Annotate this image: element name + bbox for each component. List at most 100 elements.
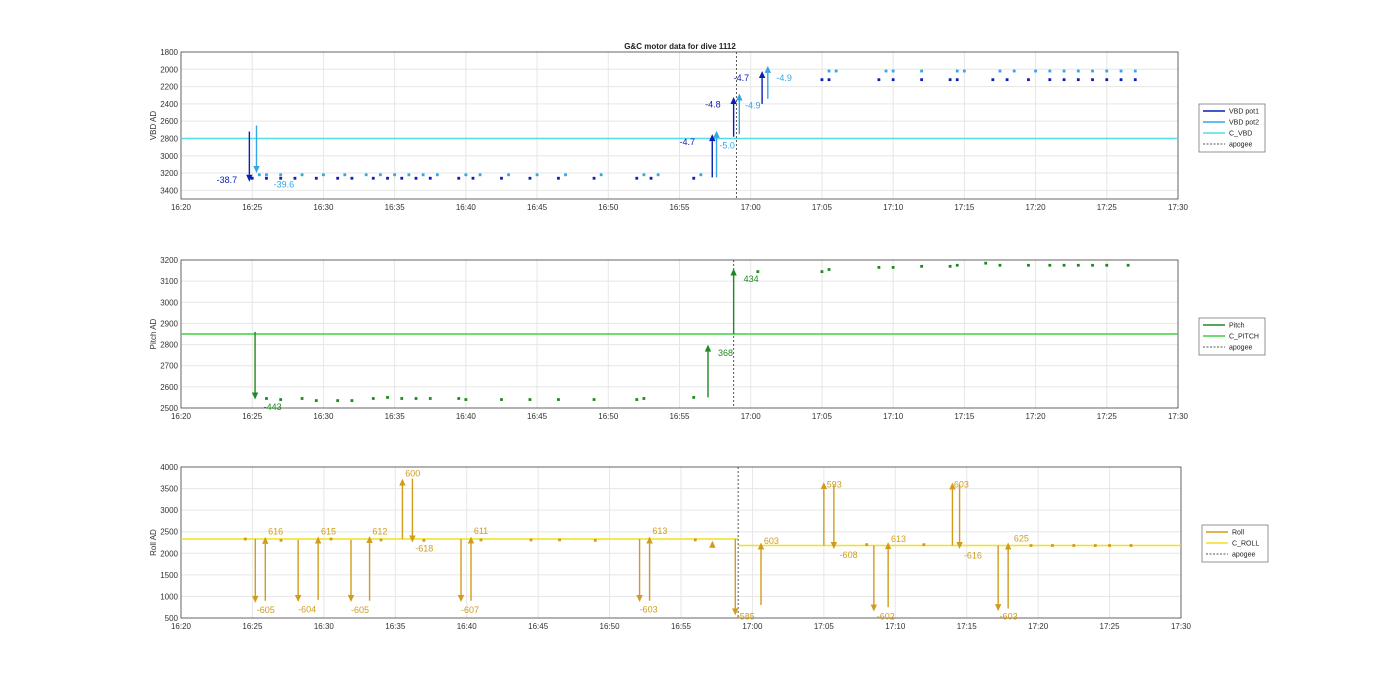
arrow-head <box>457 595 465 603</box>
data-point <box>642 397 646 400</box>
data-point <box>1048 263 1052 267</box>
arrow-head <box>713 130 720 138</box>
arrow-head <box>709 540 716 548</box>
arrow-label: -607 <box>461 605 479 615</box>
data-point <box>300 173 304 177</box>
x-tick-label: 16:40 <box>456 203 477 212</box>
arrow-label: -4.7 <box>734 73 750 83</box>
y-tick-label: 2000 <box>160 65 178 74</box>
data-point <box>1076 69 1080 73</box>
data-point <box>414 397 418 400</box>
arrow-label: -4.9 <box>776 73 792 83</box>
data-point <box>343 173 347 177</box>
data-point <box>535 173 539 177</box>
arrow-label: -618 <box>415 544 433 554</box>
data-point <box>329 537 333 541</box>
arrow-label: 613 <box>652 526 667 536</box>
data-point <box>1076 263 1080 267</box>
data-point <box>1105 69 1109 73</box>
data-point <box>529 538 533 542</box>
y-tick-label: 2700 <box>160 362 178 371</box>
x-tick-label: 16:45 <box>528 622 549 631</box>
data-point <box>1076 78 1080 82</box>
data-point <box>1027 263 1030 267</box>
data-point <box>265 173 268 177</box>
arrow-label: 612 <box>372 526 387 536</box>
data-point <box>962 69 966 73</box>
data-point <box>1119 69 1123 73</box>
arrow-label: 616 <box>268 527 283 537</box>
data-point <box>464 173 468 177</box>
data-point <box>1051 544 1054 547</box>
arrow-label: -608 <box>840 550 858 560</box>
x-tick-label: 16:55 <box>671 622 692 631</box>
data-point <box>948 264 952 268</box>
data-point <box>891 69 895 73</box>
arrow-head <box>294 595 302 603</box>
data-point <box>920 78 924 82</box>
data-point <box>386 396 389 399</box>
arrow-head <box>252 595 259 603</box>
arrow-head <box>467 536 475 544</box>
legend-entry: Roll <box>1232 530 1245 537</box>
data-point <box>1062 69 1066 73</box>
data-point <box>998 263 1002 267</box>
arrow-label: -604 <box>298 604 316 614</box>
data-point <box>1119 78 1123 82</box>
data-point <box>379 173 382 177</box>
data-point <box>265 176 268 180</box>
x-tick-label: 16:50 <box>598 412 619 421</box>
data-point <box>948 78 952 82</box>
data-point <box>955 69 959 73</box>
data-point <box>692 396 696 399</box>
x-tick-label: 17:15 <box>954 412 975 421</box>
data-point <box>756 270 760 274</box>
data-point <box>891 78 895 82</box>
data-point <box>592 398 596 401</box>
x-tick-label: 17:15 <box>954 203 975 212</box>
x-tick-label: 17:30 <box>1168 412 1189 421</box>
x-tick-label: 17:05 <box>814 622 835 631</box>
data-point <box>364 173 368 177</box>
y-axis-label: VBD AD <box>149 111 158 141</box>
arrow-label: -605 <box>351 605 369 615</box>
arrow-head <box>253 166 260 174</box>
data-point <box>500 176 503 180</box>
x-tick-label: 16:55 <box>669 412 690 421</box>
arrow-label: -38.7 <box>217 175 238 185</box>
data-point <box>1048 78 1052 82</box>
x-tick-label: 16:35 <box>385 203 406 212</box>
legend-entry: VBD pot2 <box>1229 120 1259 127</box>
arrow-label: 434 <box>744 274 759 284</box>
x-tick-label: 16:35 <box>385 622 406 631</box>
data-point <box>336 399 340 402</box>
arrow-head <box>994 604 1002 612</box>
arrow-label: -605 <box>257 605 275 615</box>
x-tick-label: 16:50 <box>600 622 621 631</box>
x-tick-label: 16:20 <box>171 412 192 421</box>
data-point <box>257 173 261 177</box>
x-tick-label: 17:25 <box>1100 622 1121 631</box>
data-point <box>279 398 283 401</box>
data-point <box>699 173 703 177</box>
data-point <box>1126 263 1130 267</box>
x-tick-label: 17:20 <box>1028 622 1049 631</box>
arrow-head <box>399 478 406 486</box>
data-point <box>322 173 325 177</box>
data-point <box>422 538 426 542</box>
y-tick-label: 2500 <box>160 528 178 537</box>
data-point <box>350 399 354 402</box>
data-point <box>528 398 532 401</box>
arrow-label: 615 <box>321 526 336 536</box>
data-point <box>314 399 318 402</box>
y-tick-label: 3000 <box>160 506 178 515</box>
data-point <box>998 69 1002 73</box>
legend: Roll C_ROLLapogee <box>1201 524 1269 563</box>
legend-entry: C_ROLL <box>1232 541 1259 548</box>
data-point <box>265 397 268 400</box>
data-point <box>350 176 354 180</box>
arrow-label: -443 <box>264 402 282 412</box>
x-tick-label: 17:30 <box>1171 622 1192 631</box>
y-tick-label: 3400 <box>160 186 178 195</box>
data-point <box>435 173 439 177</box>
